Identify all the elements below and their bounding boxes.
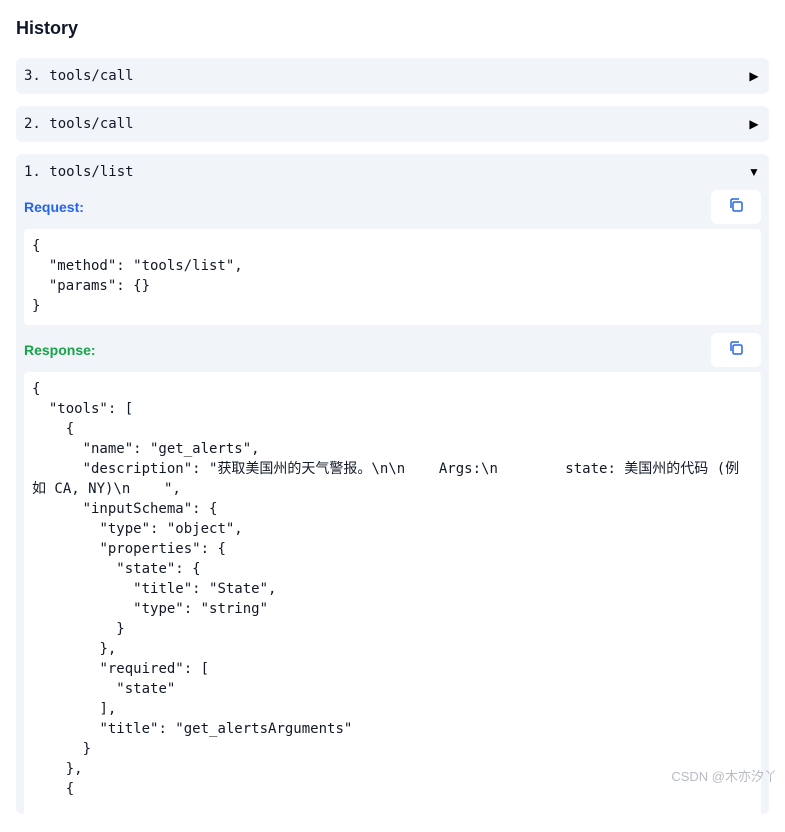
response-json: { "tools": [ { "name": "get_alerts", "de…: [24, 372, 761, 832]
expand-arrow-icon[interactable]: ▶: [747, 69, 761, 83]
watermark: CSDN @木亦汐丫: [671, 769, 777, 784]
copy-response-button[interactable]: [711, 333, 761, 367]
history-item-header[interactable]: 1. tools/list ▼: [16, 154, 769, 190]
history-item-label: 2. tools/call: [24, 116, 134, 132]
request-label: Request:: [24, 199, 84, 215]
history-item-header[interactable]: 3. tools/call ▶: [16, 58, 769, 94]
expand-arrow-icon[interactable]: ▶: [747, 117, 761, 131]
response-label: Response:: [24, 342, 96, 358]
history-item-header[interactable]: 2. tools/call ▶: [16, 106, 769, 142]
collapse-arrow-icon[interactable]: ▼: [747, 165, 761, 179]
copy-request-button[interactable]: [711, 190, 761, 224]
history-item-label: 1. tools/list: [24, 164, 134, 180]
history-item-2[interactable]: 2. tools/call ▶: [16, 106, 769, 142]
copy-icon: [728, 340, 744, 361]
request-json: { "method": "tools/list", "params": {} }: [24, 229, 761, 325]
copy-icon: [728, 197, 744, 218]
page-title: History: [16, 18, 79, 38]
request-section-header: Request:: [24, 190, 761, 224]
history-item-1: 1. tools/list ▼ Request: { "method": "to…: [16, 154, 769, 832]
history-item-label: 3. tools/call: [24, 68, 134, 84]
history-item-3[interactable]: 3. tools/call ▶: [16, 58, 769, 94]
response-section-header: Response:: [24, 333, 761, 367]
